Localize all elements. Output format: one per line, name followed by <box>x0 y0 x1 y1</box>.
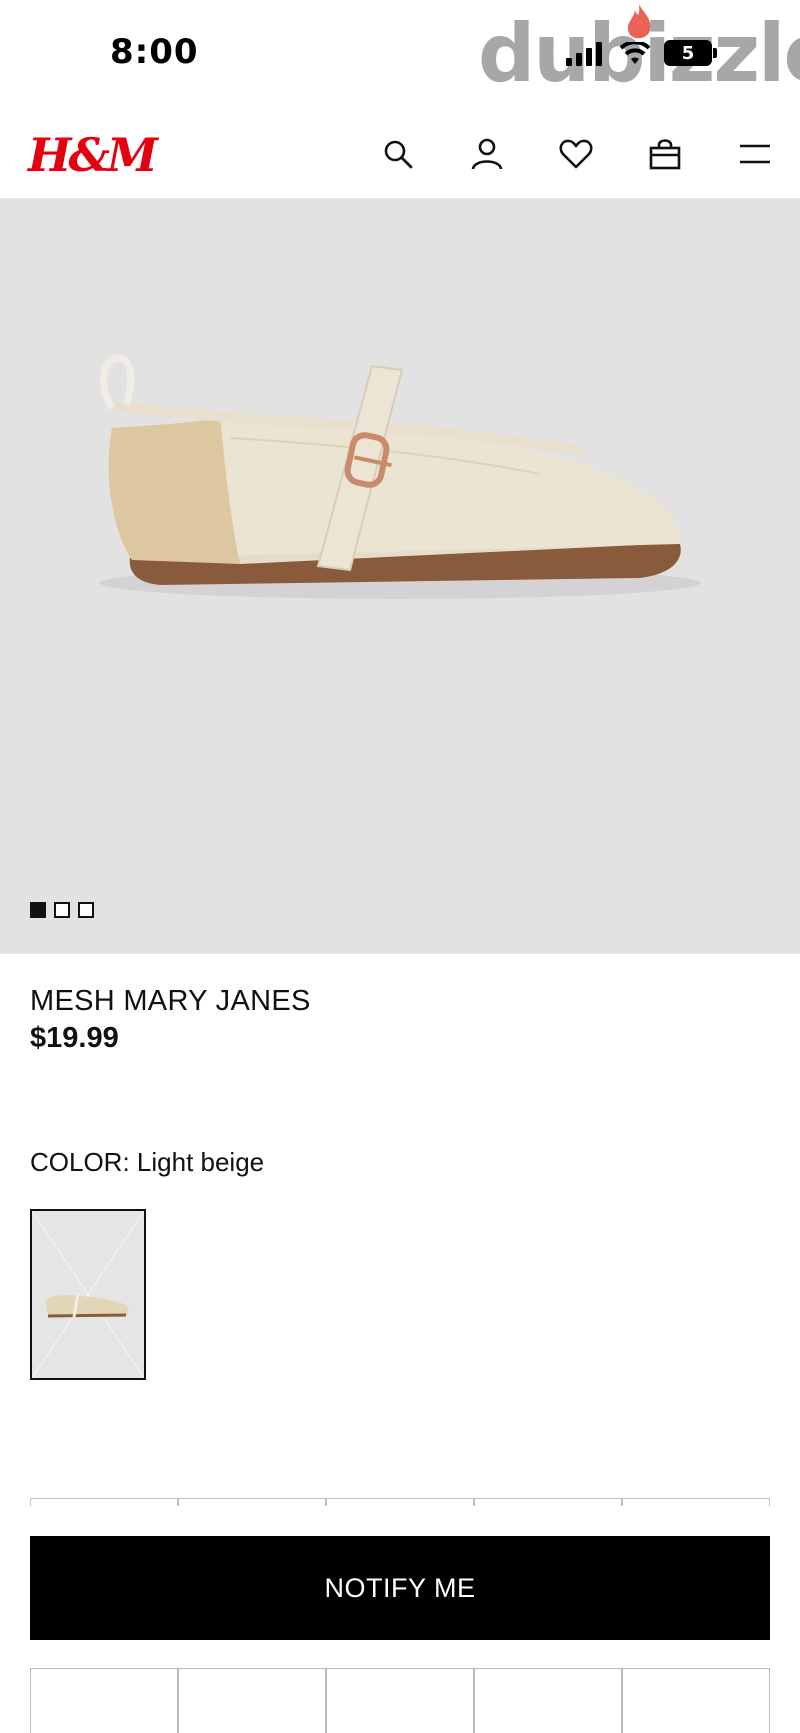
menu-icon[interactable] <box>735 134 775 174</box>
status-time: 8:00 <box>110 32 199 72</box>
favorites-icon[interactable] <box>556 134 596 174</box>
gallery-dots <box>30 902 94 918</box>
bag-icon[interactable] <box>645 134 685 174</box>
product-gallery[interactable] <box>0 198 800 954</box>
color-label: COLOR: Light beige <box>30 1147 265 1177</box>
size-option[interactable] <box>178 1668 326 1733</box>
size-option[interactable] <box>326 1668 474 1733</box>
product-title: MESH MARY JANES <box>30 985 311 1017</box>
size-option[interactable] <box>30 1668 178 1733</box>
notify-me-button[interactable]: NOTIFY ME <box>30 1536 770 1640</box>
hm-logo[interactable]: H&M <box>28 128 158 182</box>
gallery-dot[interactable] <box>54 902 70 918</box>
search-icon[interactable] <box>378 134 418 174</box>
bottom-action-bar: NOTIFY ME <box>0 1506 800 1666</box>
status-bar: 8:00 dubizzle 5 <box>0 0 800 110</box>
size-option[interactable] <box>474 1668 622 1733</box>
gallery-dot[interactable] <box>78 902 94 918</box>
battery-icon: 5 <box>664 40 717 66</box>
account-icon[interactable] <box>467 134 507 174</box>
site-header: H&M <box>0 110 800 198</box>
size-option[interactable] <box>622 1668 770 1733</box>
status-icons: 5 <box>566 40 717 66</box>
product-price: $19.99 <box>30 1022 119 1054</box>
battery-level: 5 <box>681 42 695 64</box>
product-image[interactable] <box>0 198 800 898</box>
signal-icon <box>566 42 602 66</box>
swatch-image <box>32 1211 144 1378</box>
wifi-icon <box>620 42 650 64</box>
color-swatch-light-beige[interactable] <box>30 1209 146 1380</box>
gallery-dot[interactable] <box>30 902 46 918</box>
